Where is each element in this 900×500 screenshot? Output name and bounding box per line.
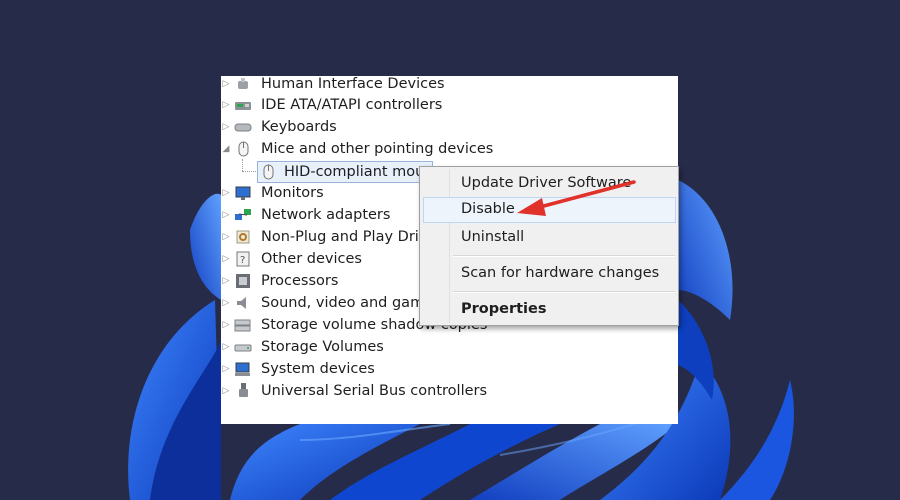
tree-item-label: Keyboards xyxy=(261,119,337,135)
tree-item-label: Processors xyxy=(261,273,339,289)
tree-item-storage-volumes[interactable]: ▷ Storage Volumes xyxy=(221,336,678,358)
menu-item-label: Uninstall xyxy=(461,229,525,245)
menu-separator xyxy=(453,291,675,293)
menu-item-properties[interactable]: Properties xyxy=(423,297,676,323)
menu-item-label: Scan for hardware changes xyxy=(461,265,660,281)
context-menu: Update Driver Software Disable Uninstall… xyxy=(419,166,679,326)
tree-item-label: Monitors xyxy=(261,185,324,201)
expand-arrow-icon[interactable]: ▷ xyxy=(222,365,230,374)
tree-connector-line xyxy=(242,171,256,172)
menu-item-label: Disable xyxy=(461,201,515,217)
expand-arrow-icon[interactable]: ▷ xyxy=(222,255,230,264)
menu-item-update-driver-software[interactable]: Update Driver Software xyxy=(423,171,676,197)
ide-controller-icon xyxy=(234,96,252,114)
tree-item-label: Network adapters xyxy=(261,207,391,223)
svg-text:?: ? xyxy=(240,255,245,266)
tree-connector-line xyxy=(242,159,243,171)
expand-arrow-icon[interactable]: ▷ xyxy=(222,233,230,242)
tree-item-keyboards[interactable]: ▷ Keyboards xyxy=(221,116,678,138)
menu-item-label: Update Driver Software xyxy=(461,175,632,191)
menu-item-disable[interactable]: Disable xyxy=(423,197,676,223)
tree-item-label: HID-compliant mouse xyxy=(284,164,433,180)
unknown-device-icon: ? xyxy=(234,250,252,268)
collapse-arrow-icon[interactable]: ◢ xyxy=(222,145,230,154)
expand-arrow-icon[interactable]: ▷ xyxy=(222,211,230,220)
usb-icon xyxy=(234,382,252,400)
expand-arrow-icon[interactable]: ▷ xyxy=(222,387,230,396)
tree-item-label: Other devices xyxy=(261,251,362,267)
storage-icon xyxy=(234,316,252,334)
menu-separator xyxy=(453,255,675,257)
tree-item-mice[interactable]: ◢ Mice and other pointing devices xyxy=(221,138,678,160)
tree-item-ide-controllers[interactable]: ▷ IDE ATA/ATAPI controllers xyxy=(221,94,678,116)
speaker-icon xyxy=(234,294,252,312)
menu-item-scan-for-hardware-changes[interactable]: Scan for hardware changes xyxy=(423,261,676,287)
drive-icon xyxy=(234,338,252,356)
tree-item-label: Storage Volumes xyxy=(261,339,384,355)
computer-icon xyxy=(234,360,252,378)
tree-item-label: Non-Plug and Play Drivers xyxy=(261,229,421,245)
expand-arrow-icon[interactable]: ▷ xyxy=(222,80,230,89)
processor-icon xyxy=(234,272,252,290)
expand-arrow-icon[interactable]: ▷ xyxy=(222,123,230,132)
mouse-icon xyxy=(259,163,277,181)
tree-item-label: System devices xyxy=(261,361,375,377)
hid-icon xyxy=(234,76,252,93)
expand-arrow-icon[interactable]: ▷ xyxy=(222,101,230,110)
menu-item-uninstall[interactable]: Uninstall xyxy=(423,225,676,251)
expand-arrow-icon[interactable]: ▷ xyxy=(222,299,230,308)
keyboard-icon xyxy=(234,118,252,136)
expand-arrow-icon[interactable]: ▷ xyxy=(222,277,230,286)
tree-item-usb-controllers[interactable]: ▷ Universal Serial Bus controllers xyxy=(221,380,678,402)
expand-arrow-icon[interactable]: ▷ xyxy=(222,343,230,352)
mouse-icon xyxy=(234,140,252,158)
tree-item-non-plug-and-play-drivers[interactable]: ▷ Non-Plug and Play Drivers xyxy=(221,226,421,248)
tree-item-label: Universal Serial Bus controllers xyxy=(261,383,488,399)
expand-arrow-icon[interactable]: ▷ xyxy=(222,321,230,330)
expand-arrow-icon[interactable]: ▷ xyxy=(222,189,230,198)
tree-item-human-interface-devices[interactable]: ▷ Human Interface Devices xyxy=(221,76,678,95)
tree-item-label: Mice and other pointing devices xyxy=(261,141,494,157)
tree-item-hid-compliant-mouse[interactable]: HID-compliant mouse xyxy=(257,161,433,183)
monitor-icon xyxy=(234,184,252,202)
tree-item-label: Human Interface Devices xyxy=(261,76,445,92)
tree-item-label: IDE ATA/ATAPI controllers xyxy=(261,97,443,113)
tree-item-system-devices[interactable]: ▷ System devices xyxy=(221,358,678,380)
menu-item-label: Properties xyxy=(461,301,547,317)
gear-icon xyxy=(234,228,252,246)
network-icon xyxy=(234,206,252,224)
